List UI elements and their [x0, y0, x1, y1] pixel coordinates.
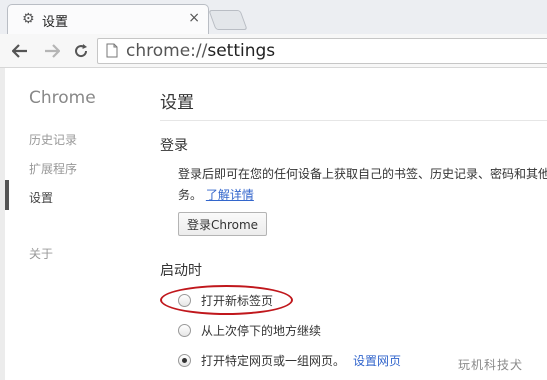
- reload-icon[interactable]: [70, 40, 92, 62]
- settings-page: Chrome 历史记录 扩展程序 设置 关于 设置 登录 登录后即可在您的任何设…: [0, 68, 547, 380]
- signin-chrome-button[interactable]: 登录Chrome: [178, 212, 267, 236]
- tab-title: 设置: [42, 15, 69, 30]
- startup-option-new-tab[interactable]: 打开新标签页: [178, 291, 273, 309]
- radio-label: 打开新标签页: [201, 293, 274, 308]
- tab-strip: ⚙ 设置 ×: [0, 0, 547, 34]
- radio-continue[interactable]: [178, 323, 191, 337]
- selected-marker: [5, 180, 9, 210]
- radio-new-tab[interactable]: [178, 293, 191, 307]
- signin-description-end: 务。: [178, 188, 203, 202]
- learn-more-link[interactable]: 了解详情: [206, 188, 254, 202]
- toolbar: chrome://settings: [0, 34, 547, 68]
- left-edge: [0, 68, 5, 380]
- gear-icon: ⚙: [22, 11, 35, 27]
- new-tab-button[interactable]: [208, 10, 248, 30]
- startup-heading: 启动时: [160, 263, 202, 279]
- signin-heading: 登录: [160, 138, 188, 154]
- signin-description: 登录后即可在您的任何设备上获取自己的书签、历史记录、密码和其他: [178, 167, 547, 181]
- signin-description-cont: 务。 了解详情: [178, 186, 254, 203]
- radio-label: 打开特定网页或一组网页。: [201, 353, 346, 368]
- watermark: 玩机科技犬: [458, 358, 524, 372]
- set-pages-link[interactable]: 设置网页: [353, 352, 401, 369]
- sidebar-item-history[interactable]: 历史记录: [29, 131, 77, 148]
- sidebar-item-settings[interactable]: 设置: [29, 189, 53, 206]
- radio-specific-pages[interactable]: [178, 353, 191, 367]
- url-host: chrome://: [126, 41, 208, 61]
- startup-option-specific-pages[interactable]: 打开特定网页或一组网页。 设置网页: [178, 351, 401, 369]
- tab-settings[interactable]: ⚙ 设置 ×: [7, 4, 209, 34]
- back-arrow-icon[interactable]: [9, 40, 31, 62]
- url-path: settings: [207, 41, 276, 61]
- close-icon[interactable]: ×: [188, 10, 200, 26]
- startup-option-continue[interactable]: 从上次停下的地方继续: [178, 321, 321, 339]
- forward-arrow-icon[interactable]: [41, 40, 63, 62]
- sidebar-item-extensions[interactable]: 扩展程序: [29, 160, 77, 177]
- page-icon: [106, 43, 118, 58]
- radio-label: 从上次停下的地方继续: [201, 323, 322, 338]
- sidebar-item-about[interactable]: 关于: [29, 245, 53, 262]
- url-text: chrome://settings: [126, 41, 275, 61]
- divider: [160, 120, 547, 121]
- sidebar-title: Chrome: [29, 88, 96, 108]
- page-title: 设置: [160, 93, 194, 113]
- address-bar[interactable]: chrome://settings: [97, 38, 547, 64]
